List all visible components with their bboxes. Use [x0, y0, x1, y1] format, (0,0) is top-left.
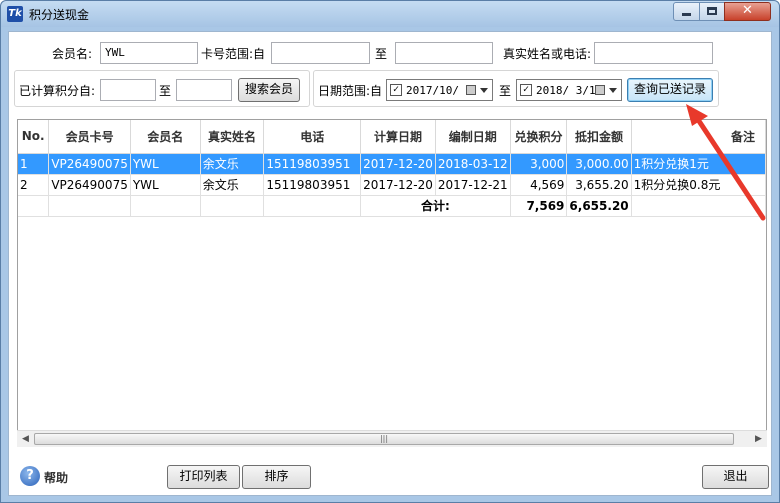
cell-remark: 1积分兑换0.8元	[631, 174, 766, 196]
minimize-button[interactable]	[673, 2, 700, 21]
minimize-icon	[682, 13, 691, 16]
points-to-input[interactable]	[176, 79, 232, 101]
table-total-row: 合计: 7,569 6,655.20	[18, 195, 766, 217]
card-to-label: 至	[375, 47, 388, 61]
date-to-checkbox[interactable]: ✓	[520, 84, 532, 96]
column-header-calc-date[interactable]: 计算日期	[360, 120, 436, 154]
real-name-phone-label: 真实姓名或电话:	[503, 47, 592, 61]
column-header-no[interactable]: No.	[18, 120, 50, 154]
table-row[interactable]: 2 VP26490075 YWL 余文乐 15119803951 2017-12…	[18, 174, 766, 196]
scrollbar-thumb[interactable]: |||	[34, 433, 734, 445]
cell-card: VP26490075	[48, 153, 131, 175]
calendar-icon	[595, 85, 605, 95]
real-name-phone-input[interactable]	[594, 42, 713, 64]
cell-name: YWL	[130, 153, 201, 175]
column-header-card[interactable]: 会员卡号	[48, 120, 131, 154]
column-header-phone[interactable]: 电话	[263, 120, 362, 154]
records-grid[interactable]: No. 会员卡号 会员名 真实姓名 电话 计算日期 编制日期 兑换积分 抵扣金额…	[17, 119, 767, 447]
cell-empty	[18, 195, 50, 217]
records-table: No. 会员卡号 会员名 真实姓名 电话 计算日期 编制日期 兑换积分 抵扣金额…	[18, 120, 766, 217]
cell-empty	[200, 195, 265, 217]
chevron-down-icon[interactable]	[480, 88, 488, 93]
calendar-icon	[466, 85, 476, 95]
cell-no: 2	[18, 174, 50, 196]
date-from-value: 2017/10/ 1	[406, 84, 473, 97]
column-header-real-name[interactable]: 真实姓名	[200, 120, 265, 154]
print-list-button[interactable]: 打印列表	[167, 465, 240, 489]
close-icon: ✕	[742, 3, 753, 18]
query-records-button[interactable]: 查询已送记录	[627, 78, 713, 102]
cell-phone: 15119803951	[263, 174, 362, 196]
cell-calc-date: 2017-12-20	[360, 153, 436, 175]
cell-points: 3,000	[510, 153, 568, 175]
cell-no: 1	[18, 153, 50, 175]
app-window: Tk 积分送现金 ✕ 会员名: YWL 卡号范围:自 至 真实姓名或电话: 已计…	[0, 0, 780, 503]
cell-real-name: 余文乐	[200, 153, 265, 175]
column-header-made-date[interactable]: 编制日期	[435, 120, 511, 154]
cell-phone: 15119803951	[263, 153, 362, 175]
close-button[interactable]: ✕	[724, 2, 771, 21]
app-logo-icon: Tk	[7, 6, 23, 22]
cell-real-name: 余文乐	[200, 174, 265, 196]
cell-empty	[130, 195, 201, 217]
cell-empty	[631, 195, 766, 217]
window-title: 积分送现金	[29, 8, 90, 22]
cell-points: 4,569	[510, 174, 568, 196]
client-area: 会员名: YWL 卡号范围:自 至 真实姓名或电话: 已计算积分自: 至 搜索会…	[8, 31, 772, 496]
cell-card: VP26490075	[48, 174, 131, 196]
chevron-down-icon[interactable]	[609, 88, 617, 93]
card-from-input[interactable]	[271, 42, 370, 64]
cell-empty	[48, 195, 131, 217]
total-points: 7,569	[510, 195, 568, 217]
column-header-name[interactable]: 会员名	[130, 120, 201, 154]
points-to-label: 至	[159, 84, 172, 98]
cell-name: YWL	[130, 174, 201, 196]
cell-remark: 1积分兑换1元	[631, 153, 766, 175]
date-to-picker[interactable]: ✓ 2018/ 3/12	[516, 79, 622, 101]
column-header-amount[interactable]: 抵扣金额	[566, 120, 632, 154]
help-link[interactable]: 帮助	[44, 469, 68, 486]
total-amount: 6,655.20	[566, 195, 632, 217]
member-name-input[interactable]: YWL	[100, 42, 198, 64]
date-from-picker[interactable]: ✓ 2017/10/ 1	[386, 79, 493, 101]
date-to-value: 2018/ 3/12	[536, 84, 603, 97]
card-range-label: 卡号范围:自	[201, 47, 266, 61]
date-range-label: 日期范围:自	[318, 84, 383, 98]
date-to-label: 至	[499, 84, 512, 98]
member-name-label: 会员名:	[52, 47, 93, 61]
cell-amount: 3,655.20	[566, 174, 632, 196]
sort-button[interactable]: 排序	[242, 465, 311, 489]
column-header-points[interactable]: 兑换积分	[510, 120, 568, 154]
points-from-input[interactable]	[100, 79, 156, 101]
cell-made-date: 2018-03-12	[435, 153, 511, 175]
cell-amount: 3,000.00	[566, 153, 632, 175]
scroll-right-icon[interactable]: ▶	[750, 431, 767, 447]
cell-made-date: 2017-12-21	[435, 174, 511, 196]
date-from-checkbox[interactable]: ✓	[390, 84, 402, 96]
table-row[interactable]: 1 VP26490075 YWL 余文乐 15119803951 2017-12…	[18, 153, 766, 175]
total-label: 合计:	[360, 195, 511, 217]
maximize-icon	[707, 7, 717, 15]
help-icon[interactable]: ?	[20, 466, 40, 486]
exit-button[interactable]: 退出	[702, 465, 769, 489]
scroll-left-icon[interactable]: ◀	[17, 431, 34, 447]
horizontal-scrollbar[interactable]: ◀ ||| ▶	[17, 430, 767, 447]
card-to-input[interactable]	[395, 42, 493, 64]
cell-calc-date: 2017-12-20	[360, 174, 436, 196]
maximize-button[interactable]	[699, 2, 725, 21]
cell-empty	[263, 195, 362, 217]
title-bar[interactable]: Tk 积分送现金 ✕	[1, 1, 779, 27]
table-header-row: No. 会员卡号 会员名 真实姓名 电话 计算日期 编制日期 兑换积分 抵扣金额…	[18, 120, 766, 154]
search-member-button[interactable]: 搜索会员	[238, 78, 300, 102]
points-from-label: 已计算积分自:	[19, 84, 96, 98]
column-header-remark[interactable]: 备注	[631, 120, 766, 154]
